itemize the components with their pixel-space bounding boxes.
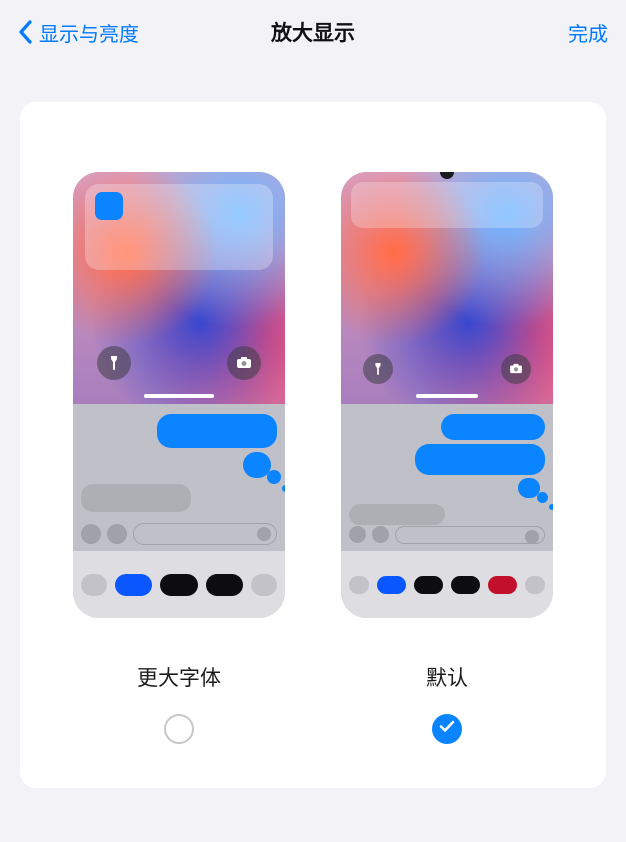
text-input-preview [133, 523, 277, 545]
option-default[interactable]: 默认 [341, 172, 553, 744]
page-title: 放大显示 [271, 17, 355, 47]
camera-icon [81, 524, 101, 544]
apps-icon [372, 526, 389, 543]
options-card: 更大字体 [20, 102, 606, 788]
check-icon [439, 720, 455, 738]
apps-icon [107, 524, 127, 544]
preview-default [341, 172, 553, 618]
radio-default[interactable] [432, 714, 462, 744]
widget-preview [351, 182, 543, 228]
back-label: 显示与亮度 [39, 18, 139, 47]
done-button[interactable]: 完成 [568, 18, 608, 47]
text-input-preview [395, 526, 545, 544]
app-icon [95, 192, 123, 220]
radio-larger[interactable] [164, 714, 194, 744]
option-label-default: 默认 [426, 662, 468, 692]
option-label-larger: 更大字体 [137, 662, 221, 692]
camera-icon [501, 354, 531, 384]
flashlight-icon [97, 346, 131, 380]
back-button[interactable]: 显示与亮度 [18, 18, 139, 47]
camera-icon [227, 346, 261, 380]
option-larger-text[interactable]: 更大字体 [73, 172, 285, 744]
camera-icon [349, 526, 366, 543]
chevron-left-icon [18, 20, 33, 44]
nav-bar: 显示与亮度 放大显示 完成 [0, 0, 626, 64]
preview-larger [73, 172, 285, 618]
flashlight-icon [363, 354, 393, 384]
